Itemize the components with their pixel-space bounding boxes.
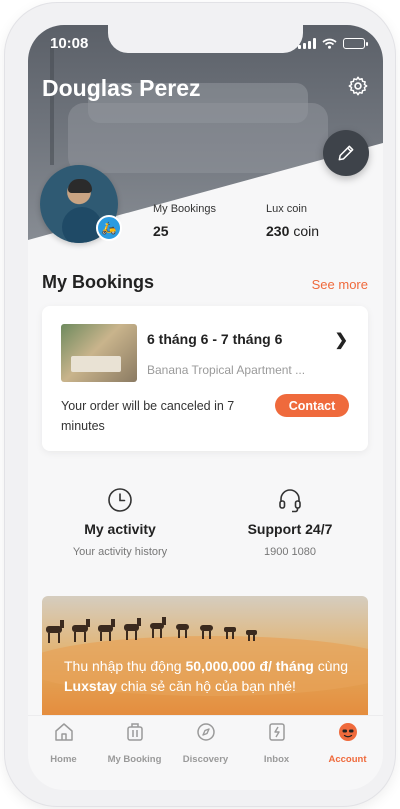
status-bar: 10:08 xyxy=(50,35,368,55)
battery-icon xyxy=(343,38,368,49)
phone-frame: 10:08 Douglas Perez 🛵 My Bookings 25 Lux… xyxy=(5,3,395,806)
contact-button[interactable]: Contact xyxy=(275,394,349,417)
promo-amount: 50,000,000 đ/ tháng xyxy=(185,658,314,674)
stat-bookings[interactable]: My Bookings 25 xyxy=(153,203,216,239)
booking-property-name: Banana Tropical Apartment ... xyxy=(147,363,306,377)
support-action[interactable]: Support 24/7 1900 1080 xyxy=(210,487,370,558)
scooter-badge-icon: 🛵 xyxy=(96,215,122,241)
screen: 10:08 Douglas Perez 🛵 My Bookings 25 Lux… xyxy=(28,25,383,790)
gear-icon[interactable] xyxy=(347,75,369,97)
action-subtitle: 1900 1080 xyxy=(264,546,316,558)
action-title: My activity xyxy=(84,521,156,537)
home-icon xyxy=(54,723,73,741)
tab-my-booking[interactable]: My Booking xyxy=(99,718,170,765)
action-subtitle: Your activity history xyxy=(72,546,168,558)
stat-unit: coin xyxy=(293,223,320,239)
clock-icon xyxy=(108,488,132,512)
status-time: 10:08 xyxy=(50,35,89,52)
my-activity-action[interactable]: My activity Your activity history xyxy=(40,487,200,558)
tab-discovery[interactable]: Discovery xyxy=(170,718,241,765)
headset-icon xyxy=(279,489,301,513)
tab-inbox[interactable]: Inbox xyxy=(241,718,312,765)
see-more-link[interactable]: See more xyxy=(312,277,368,292)
stat-label: My Bookings xyxy=(153,203,216,215)
booking-dates: 6 tháng 6 - 7 tháng 6 xyxy=(147,331,283,347)
promo-brand: Luxstay xyxy=(64,678,117,694)
stat-value: 230 coin xyxy=(266,223,320,239)
promo-banner[interactable]: Thu nhập thụ động 50,000,000 đ/ tháng cù… xyxy=(42,596,368,721)
tab-label: Discovery xyxy=(182,754,229,765)
status-icons xyxy=(298,38,368,49)
chevron-right-icon[interactable]: ❯ xyxy=(335,330,348,350)
section-title-bookings: My Bookings xyxy=(42,272,155,292)
tab-label: Home xyxy=(50,754,77,765)
promo-text: Thu nhập thụ động 50,000,000 đ/ tháng cù… xyxy=(64,658,349,694)
booking-card[interactable]: 6 tháng 6 - 7 tháng 6 ❯ Banana Tropical … xyxy=(42,306,368,451)
tab-home[interactable]: Home xyxy=(28,718,99,765)
luggage-icon xyxy=(126,723,143,741)
header-decor xyxy=(68,103,328,173)
signal-icon xyxy=(298,38,316,49)
stat-luxcoin[interactable]: Lux coin 230 coin xyxy=(266,203,319,239)
pencil-icon xyxy=(338,145,354,161)
wifi-icon xyxy=(322,38,337,49)
user-name: Douglas Perez xyxy=(42,75,201,101)
bottom-tab-bar: Home My Booking Discovery Inbox Account xyxy=(28,715,383,790)
stat-label: Lux coin xyxy=(266,203,307,215)
account-icon xyxy=(338,723,357,741)
edit-profile-button[interactable] xyxy=(323,130,369,176)
booking-cancel-warning: Your order will be canceled in 7 minutes xyxy=(61,399,235,433)
tab-label: Account xyxy=(328,754,367,765)
stat-value: 25 xyxy=(153,223,169,239)
compass-icon xyxy=(196,723,215,741)
tab-account[interactable]: Account xyxy=(312,718,383,765)
booking-thumbnail xyxy=(61,324,137,382)
inbox-icon xyxy=(268,723,285,741)
action-title: Support 24/7 xyxy=(247,521,333,537)
camel-caravan-image xyxy=(46,617,257,643)
tab-label: Inbox xyxy=(263,754,290,765)
header-decor xyxy=(50,45,54,165)
tab-label: My Booking xyxy=(107,754,162,765)
